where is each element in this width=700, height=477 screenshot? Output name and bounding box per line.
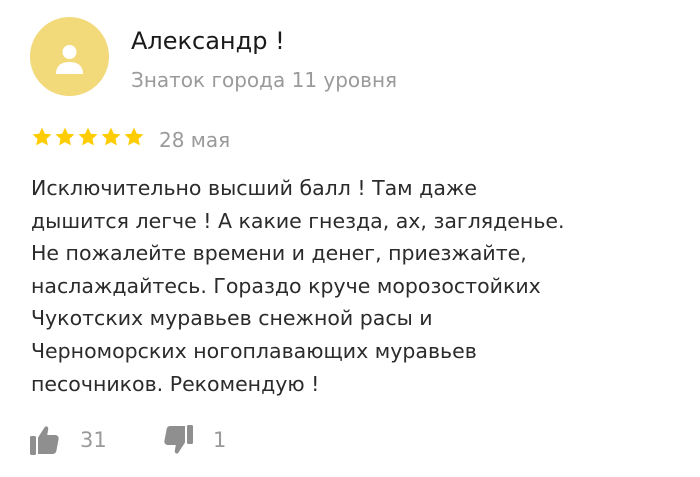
thumbs-down-icon (164, 425, 193, 454)
review-text-line: Чукотских муравьев снежной расы и (31, 306, 433, 331)
review-card: Александр ! Знаток города 11 уровня 28 м… (0, 0, 700, 477)
star-icon (124, 127, 144, 146)
star-icon (101, 127, 121, 146)
star-icon (55, 127, 75, 146)
review-text-line: Исключительно высший балл ! Там даже (31, 176, 477, 200)
thumbs-up-icon (30, 426, 59, 455)
author-name[interactable]: Александр ! (131, 26, 285, 56)
user-silhouette-icon (56, 45, 83, 74)
dislike-count: 1 (213, 428, 227, 452)
review-text-line: Черноморских ногоплавающих муравьев (31, 338, 477, 363)
dislike-button[interactable]: 1 (162, 420, 226, 460)
review-text-line: Не пожалейте времени и денег, приезжайте… (31, 241, 527, 266)
star-icon (32, 127, 52, 146)
review-text-line: дышится легче ! А какие гнезда, ах, загл… (31, 208, 565, 233)
author-level: Знаток города 11 уровня (131, 68, 398, 92)
avatar[interactable] (30, 17, 109, 96)
review-text-line: наслаждайтесь. Гораздо круче морозостойк… (31, 273, 541, 298)
like-button[interactable]: 31 (29, 420, 107, 460)
review-text-line: песочников. Рекомендую ! (31, 371, 320, 396)
review-date: 28 мая (159, 128, 231, 152)
star-icon (78, 127, 98, 146)
review-text: Исключительно высший балл ! Там даже дыш… (31, 172, 671, 400)
rating-stars (31, 125, 145, 151)
like-count: 31 (80, 428, 107, 452)
